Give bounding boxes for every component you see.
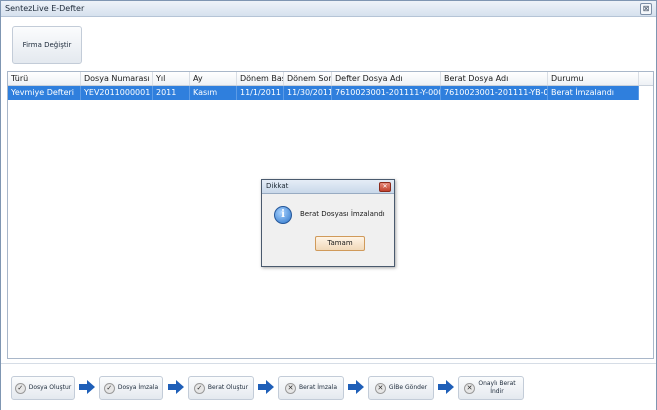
- close-icon[interactable]: ⊠: [640, 3, 652, 15]
- cross-icon: ✕: [464, 383, 475, 394]
- cell-turu: Yevmiye Defteri: [8, 86, 81, 100]
- cell-dosya-numarasi: YEV2011000001: [81, 86, 153, 100]
- check-icon: ✓: [103, 382, 115, 394]
- dialog-message: Berat Dosyası İmzalandı: [300, 210, 385, 218]
- arrow-right-icon: [168, 380, 184, 394]
- arrow-right-icon: [79, 380, 95, 394]
- cell-yil: 2011: [153, 86, 190, 100]
- tamam-button[interactable]: Tamam: [315, 236, 365, 251]
- arrow-right-icon: [258, 380, 274, 394]
- column-header-yil[interactable]: Yıl: [153, 72, 190, 85]
- grid-header: Türü Dosya Numarası Yıl Ay Dönem Başı Dö…: [8, 72, 653, 86]
- check-icon: ✓: [193, 382, 205, 394]
- workflow-bar: ✓ Dosya Oluştur ✓ Dosya İmzala ✓ Berat Oluş…: [1, 363, 656, 410]
- cell-berat-dosya-adi: 7610023001-201111-YB-0000.xml: [441, 86, 548, 100]
- table-row[interactable]: Yevmiye Defteri YEV2011000001 2011 Kasım…: [8, 86, 639, 100]
- step-label: GİBe Gönder: [388, 384, 428, 391]
- berat-imzala-button[interactable]: ✕ Berat İmzala: [278, 376, 344, 400]
- dialog-close-icon[interactable]: ✕: [379, 182, 391, 192]
- window-title: SentezLive E-Defter: [5, 4, 85, 13]
- column-header-defter-dosya-adi[interactable]: Defter Dosya Adı: [332, 72, 441, 85]
- column-header-donem-basi[interactable]: Dönem Başı: [237, 72, 284, 85]
- arrow-right-icon: [348, 380, 364, 394]
- dialog-title-bar: Dikkat ✕: [262, 180, 394, 194]
- step-label: Dosya Oluştur: [28, 384, 72, 391]
- column-header-durumu[interactable]: Durumu: [548, 72, 639, 85]
- cell-defter-dosya-adi: 7610023001-201111-Y-0000.xml: [332, 86, 441, 100]
- step-label: Onaylı Berat İndir: [478, 380, 516, 395]
- column-header-dosya-numarasi[interactable]: Dosya Numarası: [81, 72, 153, 85]
- check-icon: ✓: [14, 382, 26, 394]
- berat-olustur-button[interactable]: ✓ Berat Oluştur: [188, 376, 254, 400]
- dosya-olustur-button[interactable]: ✓ Dosya Oluştur: [11, 376, 75, 400]
- dikkat-dialog: Dikkat ✕ i Berat Dosyası İmzalandı Tamam: [261, 179, 395, 267]
- top-toolbar: Firma Değiştir: [1, 17, 656, 65]
- step-label: Berat İmzala: [299, 384, 337, 391]
- info-icon: i: [274, 206, 292, 224]
- column-header-donem-sonu[interactable]: Dönem Sonu: [284, 72, 332, 85]
- gibe-gonder-button[interactable]: ✕ GİBe Gönder: [368, 376, 434, 400]
- column-header-berat-dosya-adi[interactable]: Berat Dosya Adı: [441, 72, 548, 85]
- column-header-turu[interactable]: Türü: [8, 72, 81, 85]
- cross-icon: ✕: [374, 382, 386, 394]
- arrow-right-icon: [438, 380, 454, 394]
- dosya-imzala-button[interactable]: ✓ Dosya İmzala: [99, 376, 163, 400]
- step-label: Dosya İmzala: [117, 384, 159, 391]
- cell-durumu: Berat İmzalandı: [548, 86, 639, 100]
- column-header-ay[interactable]: Ay: [190, 72, 237, 85]
- title-bar: SentezLive E-Defter ⊠: [1, 1, 656, 17]
- dialog-title: Dikkat: [266, 182, 289, 190]
- cell-ay: Kasım: [190, 86, 237, 100]
- main-window: SentezLive E-Defter ⊠ Firma Değiştir Tür…: [0, 0, 657, 410]
- cross-icon: ✕: [285, 382, 296, 394]
- cell-donem-basi: 11/1/2011: [237, 86, 284, 100]
- firma-degistir-button[interactable]: Firma Değiştir: [12, 26, 82, 64]
- cell-donem-sonu: 11/30/2011: [284, 86, 332, 100]
- step-label: Berat Oluştur: [207, 384, 249, 391]
- onayli-berat-indir-button[interactable]: ✕ Onaylı Berat İndir: [458, 376, 524, 400]
